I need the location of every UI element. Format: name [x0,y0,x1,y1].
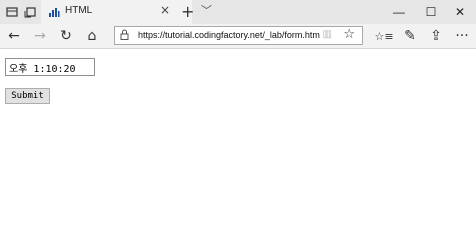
tabs-aside-icon[interactable] [22,4,38,20]
navigation-bar: ← → ↻ ⌂ https://tutorial.codingfactory.n… [0,24,476,49]
refresh-icon[interactable]: ↻ [56,26,76,46]
favorites-hub-icon[interactable]: ☆≡ [374,26,394,46]
tab-title: HTML [65,5,93,16]
reading-view-icon[interactable]: ▥ [323,29,332,40]
page-content: Submit [0,49,476,249]
forward-icon[interactable]: → [30,26,50,46]
tab-menu-chevron-icon[interactable]: ﹀ [201,2,212,18]
home-icon[interactable]: ⌂ [82,26,102,46]
tab-active[interactable]: HTML × [41,0,192,24]
time-input[interactable] [5,58,95,76]
tab-close-icon[interactable]: × [160,3,170,17]
site-favicon [46,4,62,20]
share-icon[interactable]: ⇪ [426,26,446,46]
submit-button[interactable]: Submit [5,88,50,104]
lock-icon [120,29,129,43]
back-icon[interactable]: ← [4,26,24,46]
favorite-star-icon[interactable]: ☆ [343,27,355,42]
tab-preview-icon[interactable] [4,4,20,20]
web-note-icon[interactable]: ✎ [400,26,420,46]
close-window-icon[interactable]: ✕ [443,1,476,23]
minimize-icon[interactable]: — [382,1,416,23]
address-bar[interactable]: https://tutorial.codingfactory.net/_lab/… [114,26,363,45]
tab-bar: HTML × + ﹀ — ☐ ✕ [0,0,476,24]
new-tab-icon[interactable]: + [181,2,194,21]
url-text[interactable]: https://tutorial.codingfactory.net/_lab/… [138,30,320,40]
more-options-icon[interactable]: ··· [452,26,472,46]
